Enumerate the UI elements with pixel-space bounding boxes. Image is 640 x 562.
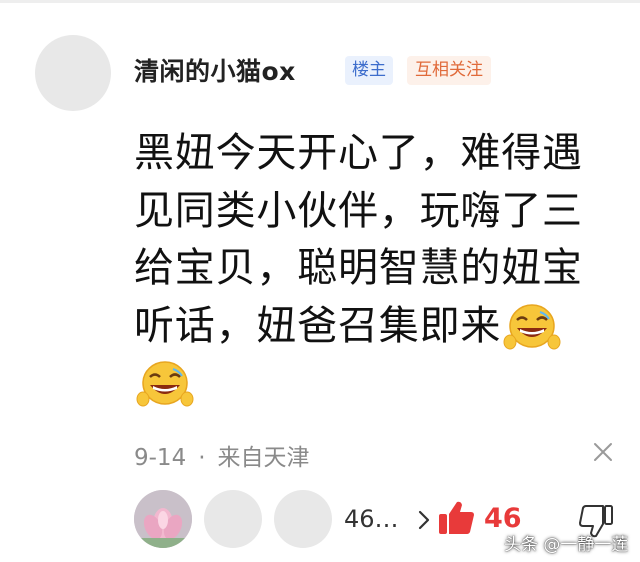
mutual-follow-badge: 互相关注 (407, 56, 491, 85)
lotus-avatar-icon (134, 490, 192, 548)
watermark: 头条 @一静一莲 (504, 535, 629, 555)
liker-avatar[interactable] (274, 490, 332, 548)
top-divider (0, 0, 640, 3)
meta-separator: · (198, 445, 206, 471)
username[interactable]: 清闲的小猫ox (134, 52, 296, 88)
close-icon[interactable] (592, 441, 614, 463)
grin-emoji-icon (136, 361, 194, 407)
comment-location: 来自天津 (217, 445, 310, 471)
liker-avatar[interactable] (134, 490, 192, 548)
grin-emoji-icon (503, 303, 561, 349)
comment-meta: 9-14 · 来自天津 (134, 438, 310, 472)
user-avatar[interactable] (35, 35, 111, 111)
liker-avatar[interactable] (204, 490, 262, 548)
op-badge: 楼主 (345, 56, 393, 85)
comment-text: 黑妞今天开心了，难得遇见同类小伙伴，玩嗨了三给宝贝，聪明智慧的妞宝听话，妞爸召集… (134, 125, 614, 413)
chevron-right-icon[interactable] (417, 508, 431, 532)
comment-date: 9-14 (134, 445, 187, 471)
thumbs-up-icon[interactable] (437, 500, 475, 536)
reply-count[interactable]: 46… (344, 505, 399, 533)
